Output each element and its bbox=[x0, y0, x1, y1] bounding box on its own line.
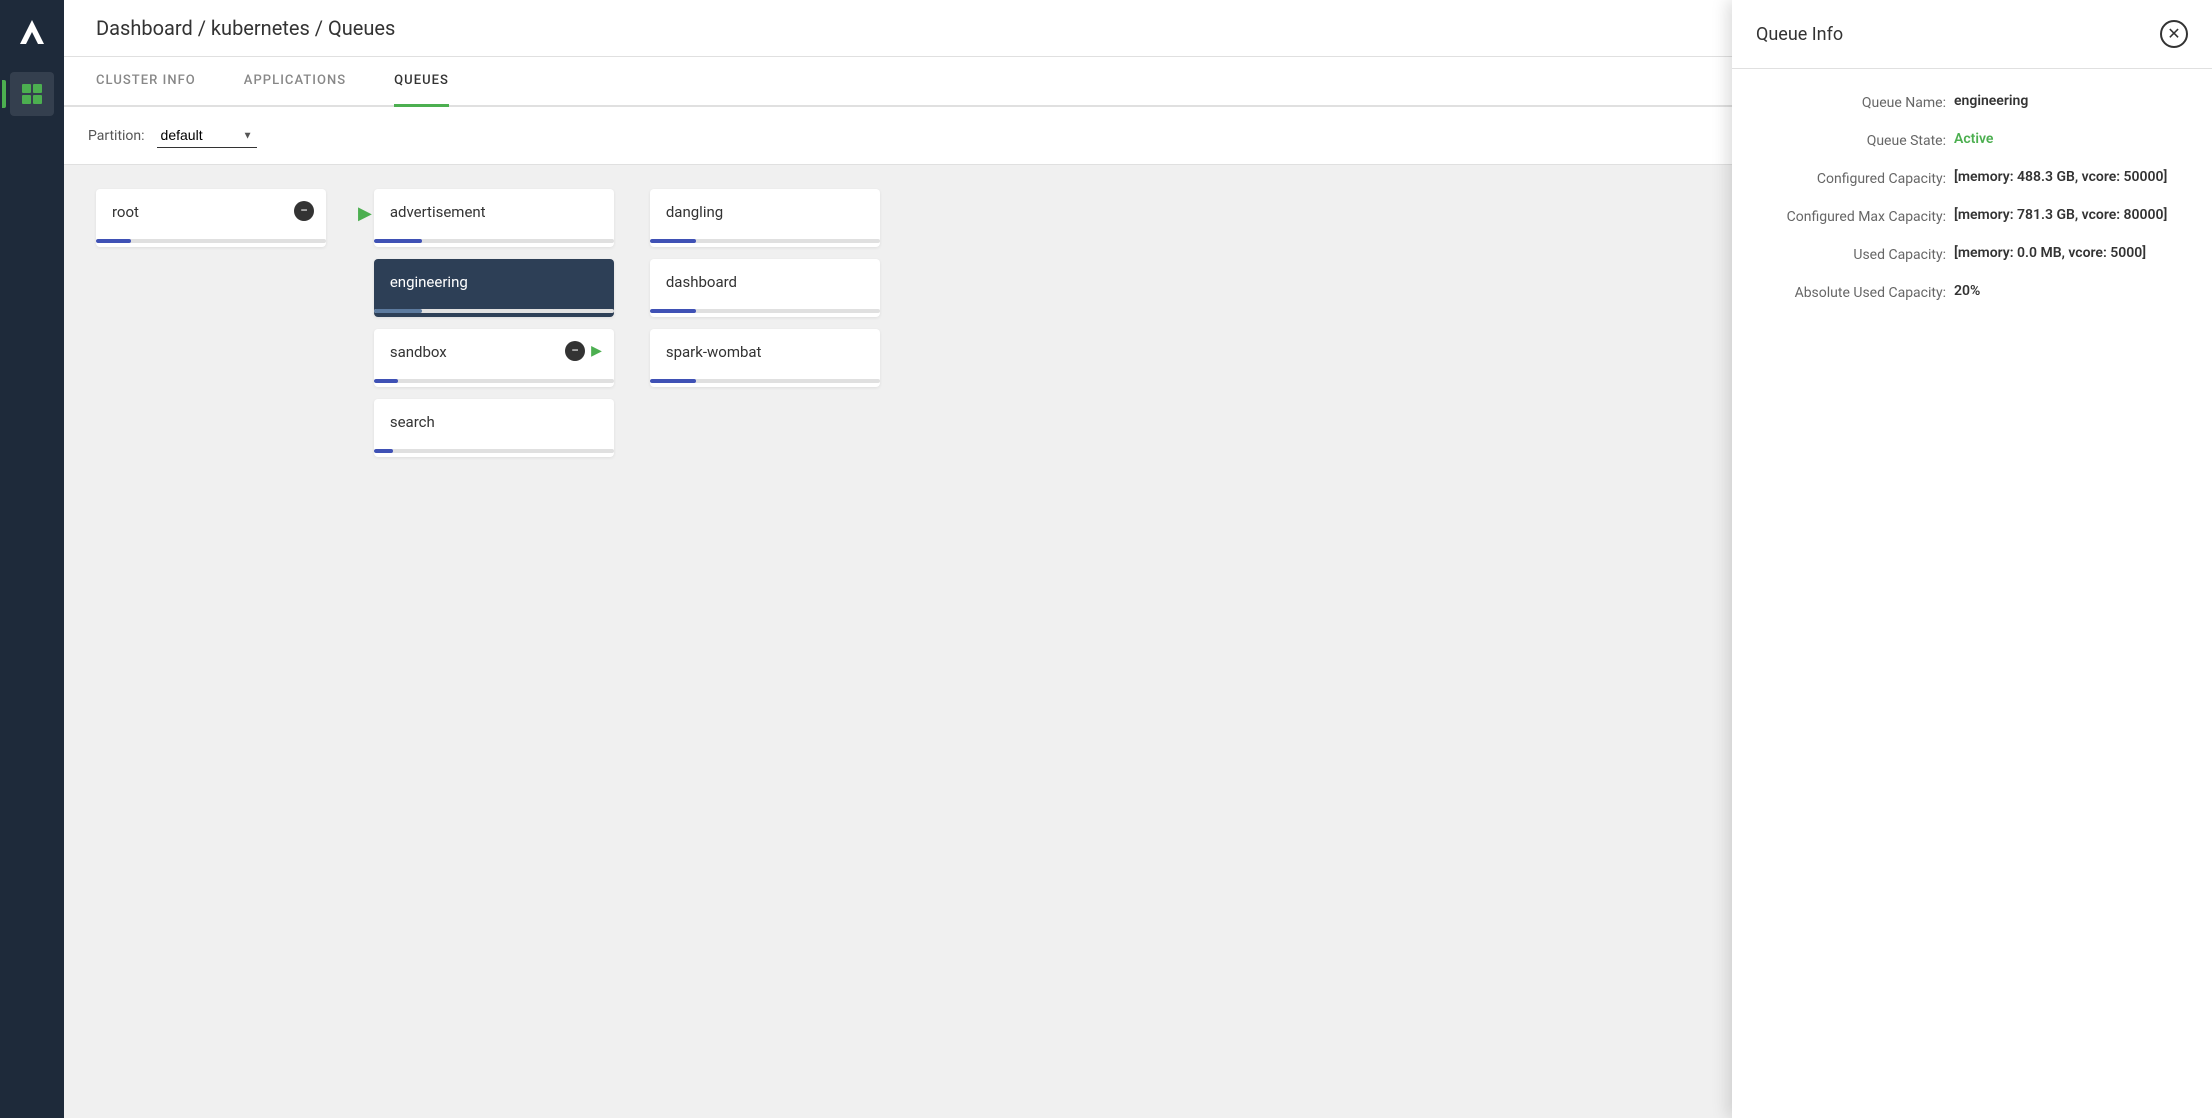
queue-card-spark-wombat[interactable]: spark-wombat bbox=[650, 329, 880, 387]
advertisement-bar bbox=[374, 239, 614, 243]
root-name: root bbox=[112, 203, 310, 231]
sandbox-expand-arrow[interactable]: ▶ bbox=[591, 343, 602, 359]
queue-info-body: Queue Name: engineering Queue State: Act… bbox=[1732, 69, 2212, 345]
sidebar-nav-dashboard[interactable] bbox=[10, 72, 54, 116]
partition-label: Partition: bbox=[88, 128, 145, 144]
dashboard-bar bbox=[650, 309, 880, 313]
tab-cluster-info[interactable]: CLUSTER INFO bbox=[96, 57, 196, 107]
partition-select-wrapper: default bbox=[157, 123, 257, 148]
used-capacity-label: Used Capacity: bbox=[1756, 245, 1946, 263]
queue-state-label: Queue State: bbox=[1756, 131, 1946, 149]
queue-card-engineering[interactable]: engineering bbox=[374, 259, 614, 317]
queue-info-title: Queue Info bbox=[1756, 24, 1843, 45]
configured-max-capacity-label: Configured Max Capacity: bbox=[1756, 207, 1946, 225]
tab-applications[interactable]: APPLICATIONS bbox=[244, 57, 346, 107]
engineering-bar bbox=[374, 309, 614, 313]
level2-column: dangling dashboard spark-wombat bbox=[650, 189, 890, 387]
root-expand-arrow[interactable]: ▶ bbox=[358, 203, 372, 224]
info-row-used-capacity: Used Capacity: [memory: 0.0 MB, vcore: 5… bbox=[1756, 245, 2188, 263]
queue-card-search[interactable]: search bbox=[374, 399, 614, 457]
level1-column: advertisement engineering − ▶ bbox=[374, 189, 634, 457]
sandbox-collapse-btn[interactable]: − bbox=[565, 341, 585, 361]
root-column: − root bbox=[96, 189, 356, 247]
queue-card-dangling[interactable]: dangling bbox=[650, 189, 880, 247]
close-button[interactable]: ✕ bbox=[2160, 20, 2188, 48]
sidebar bbox=[0, 0, 64, 1118]
queue-state-value: Active bbox=[1954, 131, 1993, 147]
info-row-queue-state: Queue State: Active bbox=[1756, 131, 2188, 149]
search-name: search bbox=[390, 413, 598, 441]
root-collapse-btn[interactable]: − bbox=[294, 201, 314, 221]
info-row-queue-name: Queue Name: engineering bbox=[1756, 93, 2188, 111]
info-row-absolute-used-capacity: Absolute Used Capacity: 20% bbox=[1756, 283, 2188, 301]
engineering-name: engineering bbox=[390, 273, 598, 301]
configured-capacity-value: [memory: 488.3 GB, vcore: 50000] bbox=[1954, 169, 2167, 185]
search-bar-fill bbox=[374, 449, 393, 453]
queue-info-header: Queue Info ✕ bbox=[1732, 0, 2212, 69]
absolute-used-capacity-label: Absolute Used Capacity: bbox=[1756, 283, 1946, 301]
info-row-configured-max-capacity: Configured Max Capacity: [memory: 781.3 … bbox=[1756, 207, 2188, 225]
configured-max-capacity-value: [memory: 781.3 GB, vcore: 80000] bbox=[1954, 207, 2167, 223]
advertisement-name: advertisement bbox=[390, 203, 598, 231]
dangling-bar-fill bbox=[650, 239, 696, 243]
search-bar bbox=[374, 449, 614, 453]
root-bar-fill bbox=[96, 239, 131, 243]
partition-select[interactable]: default bbox=[157, 123, 257, 148]
dashboard-name: dashboard bbox=[666, 273, 864, 301]
configured-capacity-label: Configured Capacity: bbox=[1756, 169, 1946, 187]
spark-wombat-bar bbox=[650, 379, 880, 383]
used-capacity-value: [memory: 0.0 MB, vcore: 5000] bbox=[1954, 245, 2146, 261]
queue-info-panel: Queue Info ✕ Queue Name: engineering Que… bbox=[1732, 0, 2212, 1118]
absolute-used-capacity-value: 20% bbox=[1954, 283, 1980, 299]
sandbox-bar bbox=[374, 379, 614, 383]
dashboard-bar-fill bbox=[650, 309, 696, 313]
queue-card-sandbox[interactable]: − ▶ sandbox bbox=[374, 329, 614, 387]
queue-name-label: Queue Name: bbox=[1756, 93, 1946, 111]
dangling-name: dangling bbox=[666, 203, 864, 231]
sandbox-bar-fill bbox=[374, 379, 398, 383]
dangling-bar bbox=[650, 239, 880, 243]
queue-card-advertisement[interactable]: advertisement bbox=[374, 189, 614, 247]
sidebar-logo bbox=[12, 12, 52, 52]
queue-card-root[interactable]: − root bbox=[96, 189, 326, 247]
spark-wombat-bar-fill bbox=[650, 379, 696, 383]
info-row-configured-capacity: Configured Capacity: [memory: 488.3 GB, … bbox=[1756, 169, 2188, 187]
root-arrow: ▶ bbox=[356, 203, 374, 224]
breadcrumb: Dashboard / kubernetes / Queues bbox=[96, 16, 395, 40]
queue-card-dashboard[interactable]: dashboard bbox=[650, 259, 880, 317]
sandbox-controls: − ▶ bbox=[565, 341, 602, 361]
active-indicator bbox=[2, 80, 6, 108]
queue-name-value: engineering bbox=[1954, 93, 2028, 109]
spark-wombat-name: spark-wombat bbox=[666, 343, 864, 371]
tab-queues[interactable]: QUEUES bbox=[394, 57, 449, 107]
advertisement-bar-fill bbox=[374, 239, 422, 243]
root-controls: − bbox=[294, 201, 314, 221]
root-bar bbox=[96, 239, 326, 243]
engineering-bar-fill bbox=[374, 309, 422, 313]
